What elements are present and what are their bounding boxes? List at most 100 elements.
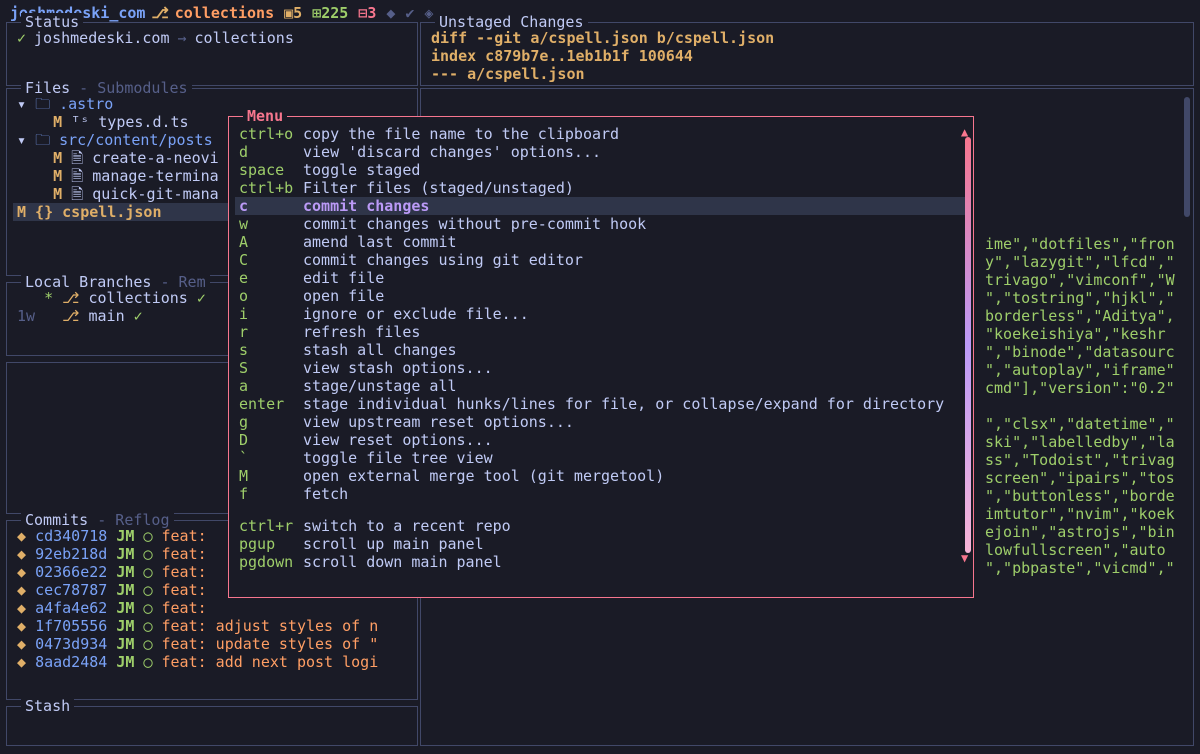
menu-item[interactable]: o open file: [235, 287, 967, 305]
branch-icon: ⎇: [151, 4, 168, 22]
menu-item[interactable]: S view stash options...: [235, 359, 967, 377]
file-entry[interactable]: ▾ 🗀 .astro: [17, 95, 407, 113]
diff-line: ime","dotfiles","fron: [985, 235, 1175, 253]
menu-desc: stash all changes: [303, 341, 457, 359]
menu-desc: view stash options...: [303, 359, 493, 377]
menu-item[interactable]: i ignore or exclude file...: [235, 305, 967, 323]
scrollbar[interactable]: [1182, 93, 1192, 741]
stash-panel[interactable]: Stash: [6, 706, 418, 746]
menu-item[interactable]: ctrl+b Filter files (staged/unstaged): [235, 179, 967, 197]
tool-icon-1: ◆: [386, 4, 395, 22]
commit-entry[interactable]: ◆ 1f705556 JM ◯ feat: adjust styles of n: [17, 617, 407, 635]
menu-item[interactable]: M open external merge tool (git mergetoo…: [235, 467, 967, 485]
diff-line: "koekeishiya","keshr: [985, 325, 1175, 343]
diff-line: borderless","Aditya",: [985, 307, 1175, 325]
menu-item[interactable]: enter stage individual hunks/lines for f…: [235, 395, 967, 413]
menu-key: s: [239, 341, 303, 359]
menu-popup[interactable]: Menu ctrl+o copy the file name to the cl…: [228, 116, 974, 598]
menu-item[interactable]: f fetch: [235, 485, 967, 503]
menu-key: r: [239, 323, 303, 341]
menu-item[interactable]: pgdown scroll down main panel: [235, 553, 967, 571]
branches-title: Local Branches: [25, 273, 151, 291]
menu-key: pgdown: [239, 553, 303, 571]
menu-item[interactable]: pgup scroll up main panel: [235, 535, 967, 553]
menu-item[interactable]: a stage/unstage all: [235, 377, 967, 395]
check-icon: ✓: [17, 29, 26, 47]
menu-item[interactable]: A amend last commit: [235, 233, 967, 251]
arrow-icon: →: [178, 29, 187, 47]
menu-desc: Filter files (staged/unstaged): [303, 179, 574, 197]
commit-entry[interactable]: ◆ 0473d934 JM ◯ feat: update styles of ": [17, 635, 407, 653]
menu-item[interactable]: r refresh files: [235, 323, 967, 341]
status-title: Status: [25, 13, 79, 31]
menu-item[interactable]: s stash all changes: [235, 341, 967, 359]
diff-line: ski","labelledby","la: [985, 433, 1175, 451]
stash-title: Stash: [25, 697, 70, 715]
menu-key: pgup: [239, 535, 303, 553]
diff-header-line: --- a/cspell.json: [431, 65, 1183, 83]
menu-item[interactable]: ctrl+o copy the file name to the clipboa…: [235, 125, 967, 143]
menu-desc: refresh files: [303, 323, 420, 341]
menu-desc: commit changes without pre-commit hook: [303, 215, 646, 233]
menu-desc: fetch: [303, 485, 348, 503]
unstaged-panel[interactable]: Unstaged Changes diff --git a/cspell.jso…: [420, 22, 1194, 86]
branches-title2: - Rem: [151, 273, 205, 291]
menu-key: c: [239, 197, 303, 215]
menu-item[interactable]: c commit changes: [235, 197, 967, 215]
tool-icon-3: ◈: [424, 4, 433, 22]
commit-entry[interactable]: ◆ a4fa4e62 JM ◯ feat:: [17, 599, 407, 617]
menu-key: enter: [239, 395, 303, 413]
diff-header-line: index c879b7e..1eb1b1f 100644: [431, 47, 1183, 65]
menu-key: A: [239, 233, 303, 251]
menu-desc: toggle staged: [303, 161, 420, 179]
scroll-down-icon[interactable]: ▼: [961, 549, 968, 567]
diff-line: lowfullscreen","auto: [985, 541, 1175, 559]
diff-line: ","binode","datasourc: [985, 343, 1175, 361]
diff-line: screen","ipairs","tos: [985, 469, 1175, 487]
diff-line: ejoin","astrojs","bin: [985, 523, 1175, 541]
status-panel[interactable]: Status ✓ joshmedeski.com → collections: [6, 22, 418, 86]
menu-item[interactable]: space toggle staged: [235, 161, 967, 179]
stat-icon-1: ▣ 5: [284, 4, 302, 22]
menu-item[interactable]: e edit file: [235, 269, 967, 287]
menu-key: space: [239, 161, 303, 179]
menu-desc: view upstream reset options...: [303, 413, 574, 431]
diff-line: ss","Todoist","trivag: [985, 451, 1175, 469]
menu-key: ctrl+b: [239, 179, 303, 197]
diff-line: trivago","vimconf","W: [985, 271, 1175, 289]
menu-item[interactable]: C commit changes using git editor: [235, 251, 967, 269]
menu-desc: stage/unstage all: [303, 377, 457, 395]
menu-desc: commit changes: [303, 197, 429, 215]
menu-desc: ignore or exclude file...: [303, 305, 529, 323]
menu-key: d: [239, 143, 303, 161]
menu-desc: copy the file name to the clipboard: [303, 125, 619, 143]
menu-item[interactable]: D view reset options...: [235, 431, 967, 449]
scroll-track[interactable]: [965, 137, 971, 553]
diff-content: ime","dotfiles","frony","lazygit","lfcd"…: [985, 235, 1175, 577]
menu-key: e: [239, 269, 303, 287]
menu-item[interactable]: g view upstream reset options...: [235, 413, 967, 431]
unstaged-title: Unstaged Changes: [439, 13, 584, 31]
menu-title: Menu: [243, 107, 287, 125]
menu-item[interactable]: ctrl+r switch to a recent repo: [235, 517, 967, 535]
menu-item[interactable]: d view 'discard changes' options...: [235, 143, 967, 161]
commit-entry[interactable]: ◆ 8aad2484 JM ◯ feat: add next post logi: [17, 653, 407, 671]
menu-key: o: [239, 287, 303, 305]
menu-key: g: [239, 413, 303, 431]
diff-line: [985, 397, 1175, 415]
diff-header-line: diff --git a/cspell.json b/cspell.json: [431, 29, 1183, 47]
commits-title2: - Reflog: [88, 511, 169, 529]
menu-item[interactable]: w commit changes without pre-commit hook: [235, 215, 967, 233]
diff-line: cmd"],"version":"0.2": [985, 379, 1175, 397]
diff-line: ","pbpaste","vicmd",": [985, 559, 1175, 577]
diff-line: ","clsx","datetime",": [985, 415, 1175, 433]
menu-item[interactable]: ` toggle file tree view: [235, 449, 967, 467]
scrollbar-thumb[interactable]: [1184, 97, 1190, 217]
commits-title: Commits: [25, 511, 88, 529]
tool-icon-2: ✔: [405, 4, 414, 22]
branch-name: collections: [175, 4, 274, 22]
menu-key: S: [239, 359, 303, 377]
menu-desc: commit changes using git editor: [303, 251, 583, 269]
menu-scrollbar[interactable]: ▲ ▼: [965, 125, 971, 565]
menu-key: `: [239, 449, 303, 467]
